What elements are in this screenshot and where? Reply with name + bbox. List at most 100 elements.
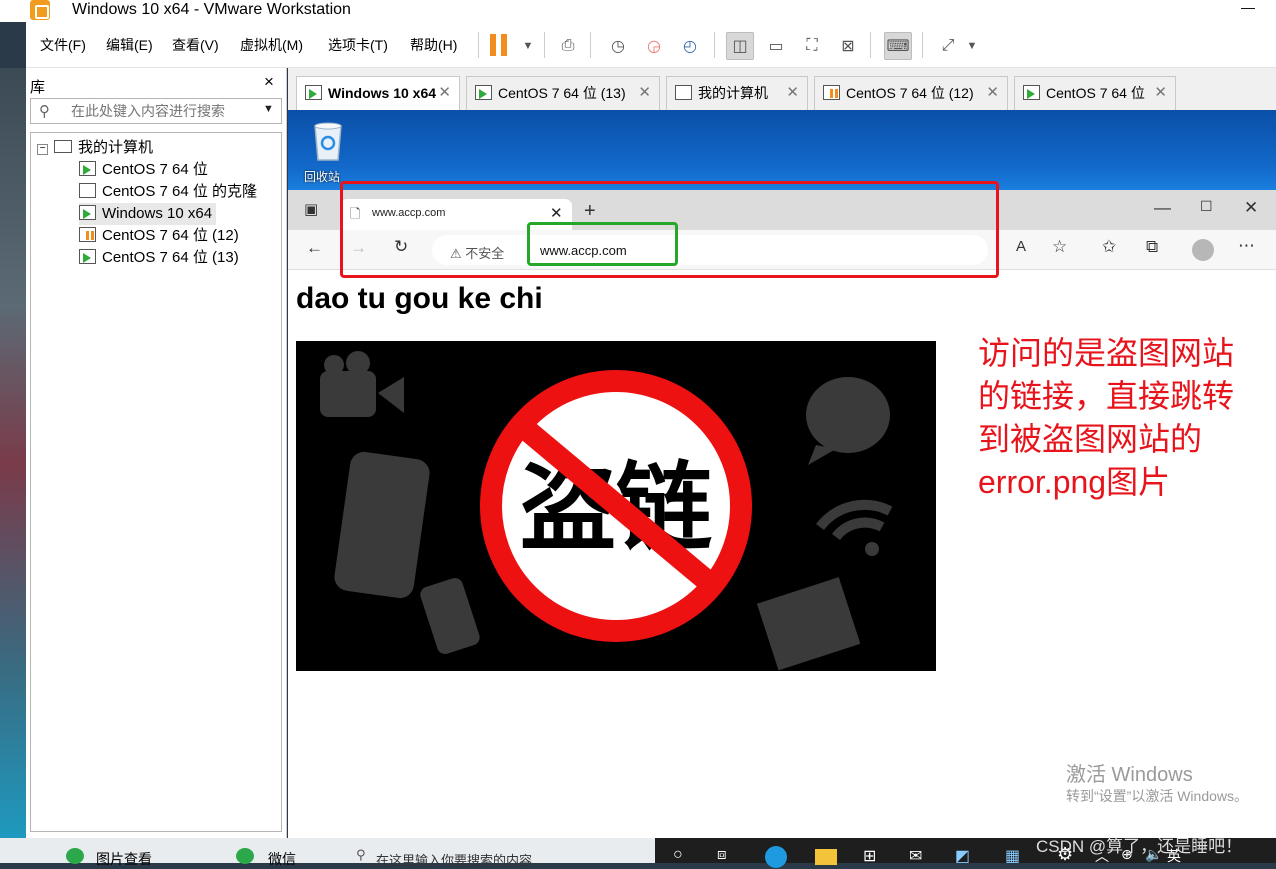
- host-desktop-background: [0, 68, 26, 863]
- wechat-icon[interactable]: [236, 848, 254, 864]
- green-highlight-box: [527, 222, 678, 266]
- vm-paused-icon: [823, 85, 840, 100]
- tree-item[interactable]: CentOS 7 64 位 的克隆: [79, 181, 257, 203]
- library-close-button[interactable]: ×: [264, 72, 274, 92]
- maximize-icon[interactable]: ☐: [1200, 198, 1213, 215]
- taskbar-item-photos[interactable]: 图片查看: [96, 849, 152, 869]
- fullscreen-icon[interactable]: ⛶: [798, 32, 826, 60]
- tree-item[interactable]: CentOS 7 64 位 (12): [79, 225, 239, 247]
- library-tree: − 我的计算机 CentOS 7 64 位 CentOS 7 64 位 的克隆 W…: [30, 132, 282, 832]
- tree-item[interactable]: CentOS 7 64 位 (13): [79, 247, 239, 269]
- profile-avatar[interactable]: [1192, 239, 1214, 261]
- back-icon[interactable]: ←: [306, 238, 323, 258]
- unity-icon[interactable]: ⊠: [834, 32, 862, 60]
- send-keys-icon[interactable]: ⎙: [554, 32, 582, 60]
- menu-file[interactable]: 文件(F): [40, 35, 86, 55]
- minimize-icon[interactable]: —: [1154, 198, 1171, 218]
- collapse-icon[interactable]: −: [37, 144, 48, 155]
- toolbar-separator: [922, 32, 923, 58]
- tree-root-label: 我的计算机: [78, 139, 154, 156]
- csdn-watermark: CSDN @算了，还是睡吧！: [1036, 837, 1243, 856]
- vm-running-icon: [79, 249, 96, 264]
- tab-my-computer[interactable]: 我的计算机 ✕: [666, 76, 808, 110]
- app-icon[interactable]: ▦: [1005, 846, 1020, 866]
- add-favorite-icon[interactable]: ☆: [1052, 237, 1067, 257]
- menu-vm[interactable]: 虚拟机(M): [240, 35, 303, 55]
- close-icon[interactable]: ✕: [438, 77, 451, 109]
- edge-browser-icon[interactable]: [765, 846, 787, 868]
- tree-item-label: CentOS 7 64 位: [102, 161, 208, 178]
- menu-tabs[interactable]: 选项卡(T): [328, 35, 388, 55]
- tree-root[interactable]: − 我的计算机: [37, 137, 153, 159]
- anti-hotlink-graphic: 盗链: [320, 351, 893, 671]
- minimize-button[interactable]: —: [1233, 0, 1263, 20]
- toolbar-separator: [478, 32, 479, 58]
- menu-view[interactable]: 查看(V): [172, 35, 219, 55]
- close-icon[interactable]: ✕: [986, 77, 999, 109]
- more-icon[interactable]: ⋯: [1238, 236, 1255, 256]
- snapshot-manager-icon[interactable]: ◴: [676, 32, 704, 60]
- close-icon[interactable]: ✕: [638, 77, 651, 109]
- toolbar-separator: [544, 32, 545, 58]
- chevron-down-icon[interactable]: ▼: [263, 103, 274, 115]
- vm-running-icon: [305, 85, 322, 100]
- close-icon[interactable]: ✕: [1154, 77, 1167, 109]
- favorites-icon[interactable]: ✩: [1102, 237, 1116, 257]
- tree-item[interactable]: CentOS 7 64 位: [79, 159, 208, 181]
- tab-label: CentOS 7 64 位 (13): [498, 85, 626, 101]
- search-icon[interactable]: ○: [673, 846, 683, 864]
- tree-item-label: CentOS 7 64 位 的克隆: [102, 183, 258, 200]
- tab-windows-10[interactable]: Windows 10 x64 ✕: [296, 76, 460, 110]
- vmware-logo-icon: [30, 0, 50, 20]
- vm-running-icon: [79, 205, 96, 220]
- tree-item-selected[interactable]: Windows 10 x64: [79, 203, 217, 225]
- tree-item-label: CentOS 7 64 位 (13): [102, 249, 239, 266]
- snapshot-icon[interactable]: ◷: [604, 32, 632, 60]
- tab-actions-icon[interactable]: ▣: [304, 200, 318, 218]
- tree-item-label: Windows 10 x64: [102, 205, 213, 222]
- vm-paused-icon: [79, 227, 96, 242]
- console-view-icon[interactable]: ▭: [762, 32, 790, 60]
- tab-centos-12[interactable]: CentOS 7 64 位 (12) ✕: [814, 76, 1008, 110]
- library-search[interactable]: ⚲ ▼: [30, 98, 282, 124]
- mail-icon[interactable]: ✉: [909, 846, 922, 866]
- store-icon[interactable]: ⊞: [863, 846, 876, 866]
- vm-running-icon: [1023, 85, 1040, 100]
- revert-snapshot-icon[interactable]: ◶: [640, 32, 668, 60]
- tab-centos[interactable]: CentOS 7 64 位 ✕: [1014, 76, 1176, 110]
- tab-label: 我的计算机: [698, 85, 768, 101]
- library-view-icon[interactable]: ◫: [726, 32, 754, 60]
- pause-icon[interactable]: [490, 34, 510, 56]
- vm-running-icon: [79, 161, 96, 176]
- photos-app-icon[interactable]: [66, 848, 84, 864]
- read-aloud-icon[interactable]: A: [1016, 238, 1026, 255]
- computer-icon: [54, 140, 72, 153]
- app-icon[interactable]: ◩: [955, 846, 970, 866]
- menu-help[interactable]: 帮助(H): [410, 35, 457, 55]
- task-view-icon[interactable]: ⧈: [717, 846, 727, 863]
- page-heading: dao tu gou ke chi: [296, 282, 543, 315]
- library-panel: 库 × ⚲ ▼ − 我的计算机 CentOS 7 64 位 CentOS 7 64…: [26, 68, 287, 838]
- vm-tab-strip: Windows 10 x64 ✕ CentOS 7 64 位 (13) ✕ 我的计算…: [288, 68, 1276, 110]
- recycle-bin-icon[interactable]: [310, 118, 346, 162]
- hotlink-error-image: 盗链: [296, 341, 936, 671]
- library-search-input[interactable]: [71, 103, 251, 119]
- activate-windows-subtitle: 转到“设置”以激活 Windows。: [1066, 788, 1249, 804]
- host-taskbar: 图片查看 微信 ⚲ 在这里输入你要搜索的内容: [0, 838, 655, 868]
- menu-edit[interactable]: 编辑(E): [106, 35, 153, 55]
- search-icon: ⚲: [39, 103, 50, 120]
- vm-off-icon: [79, 183, 96, 198]
- taskbar-item-wechat[interactable]: 微信: [268, 849, 296, 869]
- taskbar-search-placeholder[interactable]: 在这里输入你要搜索的内容: [376, 850, 532, 869]
- tab-label: Windows 10 x64: [328, 85, 437, 101]
- library-title: 库: [30, 79, 46, 96]
- collections-icon[interactable]: ⧉: [1146, 237, 1158, 257]
- window-title: Windows 10 x64 - VMware Workstation: [72, 1, 351, 18]
- terminal-icon[interactable]: ⌨: [884, 32, 912, 60]
- close-icon[interactable]: ✕: [1244, 198, 1258, 218]
- dropdown-icon[interactable]: ▼: [958, 32, 986, 60]
- close-icon[interactable]: ✕: [786, 77, 799, 109]
- dropdown-icon[interactable]: ▼: [514, 32, 542, 60]
- tab-centos-13[interactable]: CentOS 7 64 位 (13) ✕: [466, 76, 660, 110]
- search-icon[interactable]: ⚲: [356, 847, 366, 863]
